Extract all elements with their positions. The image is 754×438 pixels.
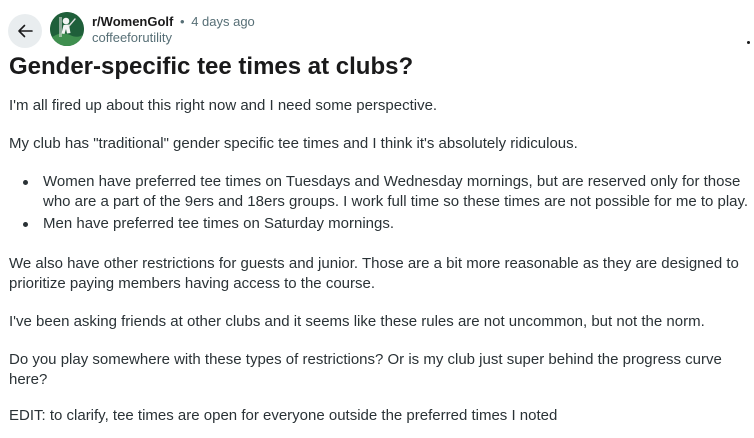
subreddit-avatar[interactable]	[50, 12, 84, 46]
post-paragraph: I'm all fired up about this right now an…	[9, 97, 438, 114]
list-item-text: Men have preferred tee times on Saturday…	[43, 215, 395, 232]
back-button[interactable]	[8, 14, 42, 48]
bullet-list: Women have preferred tee times on Tuesda…	[9, 172, 751, 236]
post-meta: r/WomenGolf • 4 days ago coffeeforutilit…	[92, 14, 255, 46]
bullet-icon	[23, 180, 28, 185]
post-paragraph: EDIT: to clarify, tee times are open for…	[9, 407, 558, 424]
arrow-left-icon	[18, 24, 33, 38]
post-time: 4 days ago	[191, 14, 255, 29]
post-title: Gender-specific tee times at clubs?	[9, 53, 414, 80]
meta-separator: •	[180, 14, 185, 29]
post-header: r/WomenGolf • 4 days ago coffeeforutilit…	[8, 12, 754, 52]
golfer-icon	[50, 12, 84, 46]
post-paragraph: We also have other restrictions for gues…	[9, 255, 739, 292]
overflow-menu-icon[interactable]	[747, 41, 750, 44]
list-item: Men have preferred tee times on Saturday…	[9, 214, 751, 234]
list-item: Women have preferred tee times on Tuesda…	[9, 172, 751, 212]
post-paragraph: My club has "traditional" gender specifi…	[9, 135, 578, 152]
post-paragraph: I've been asking friends at other clubs …	[9, 313, 705, 330]
subreddit-link[interactable]: r/WomenGolf	[92, 14, 173, 29]
list-item-text: Women have preferred tee times on Tuesda…	[43, 173, 749, 210]
post-paragraph: Do you play somewhere with these types o…	[9, 351, 722, 388]
author-link[interactable]: coffeeforutility	[92, 30, 255, 46]
bullet-icon	[23, 222, 28, 227]
